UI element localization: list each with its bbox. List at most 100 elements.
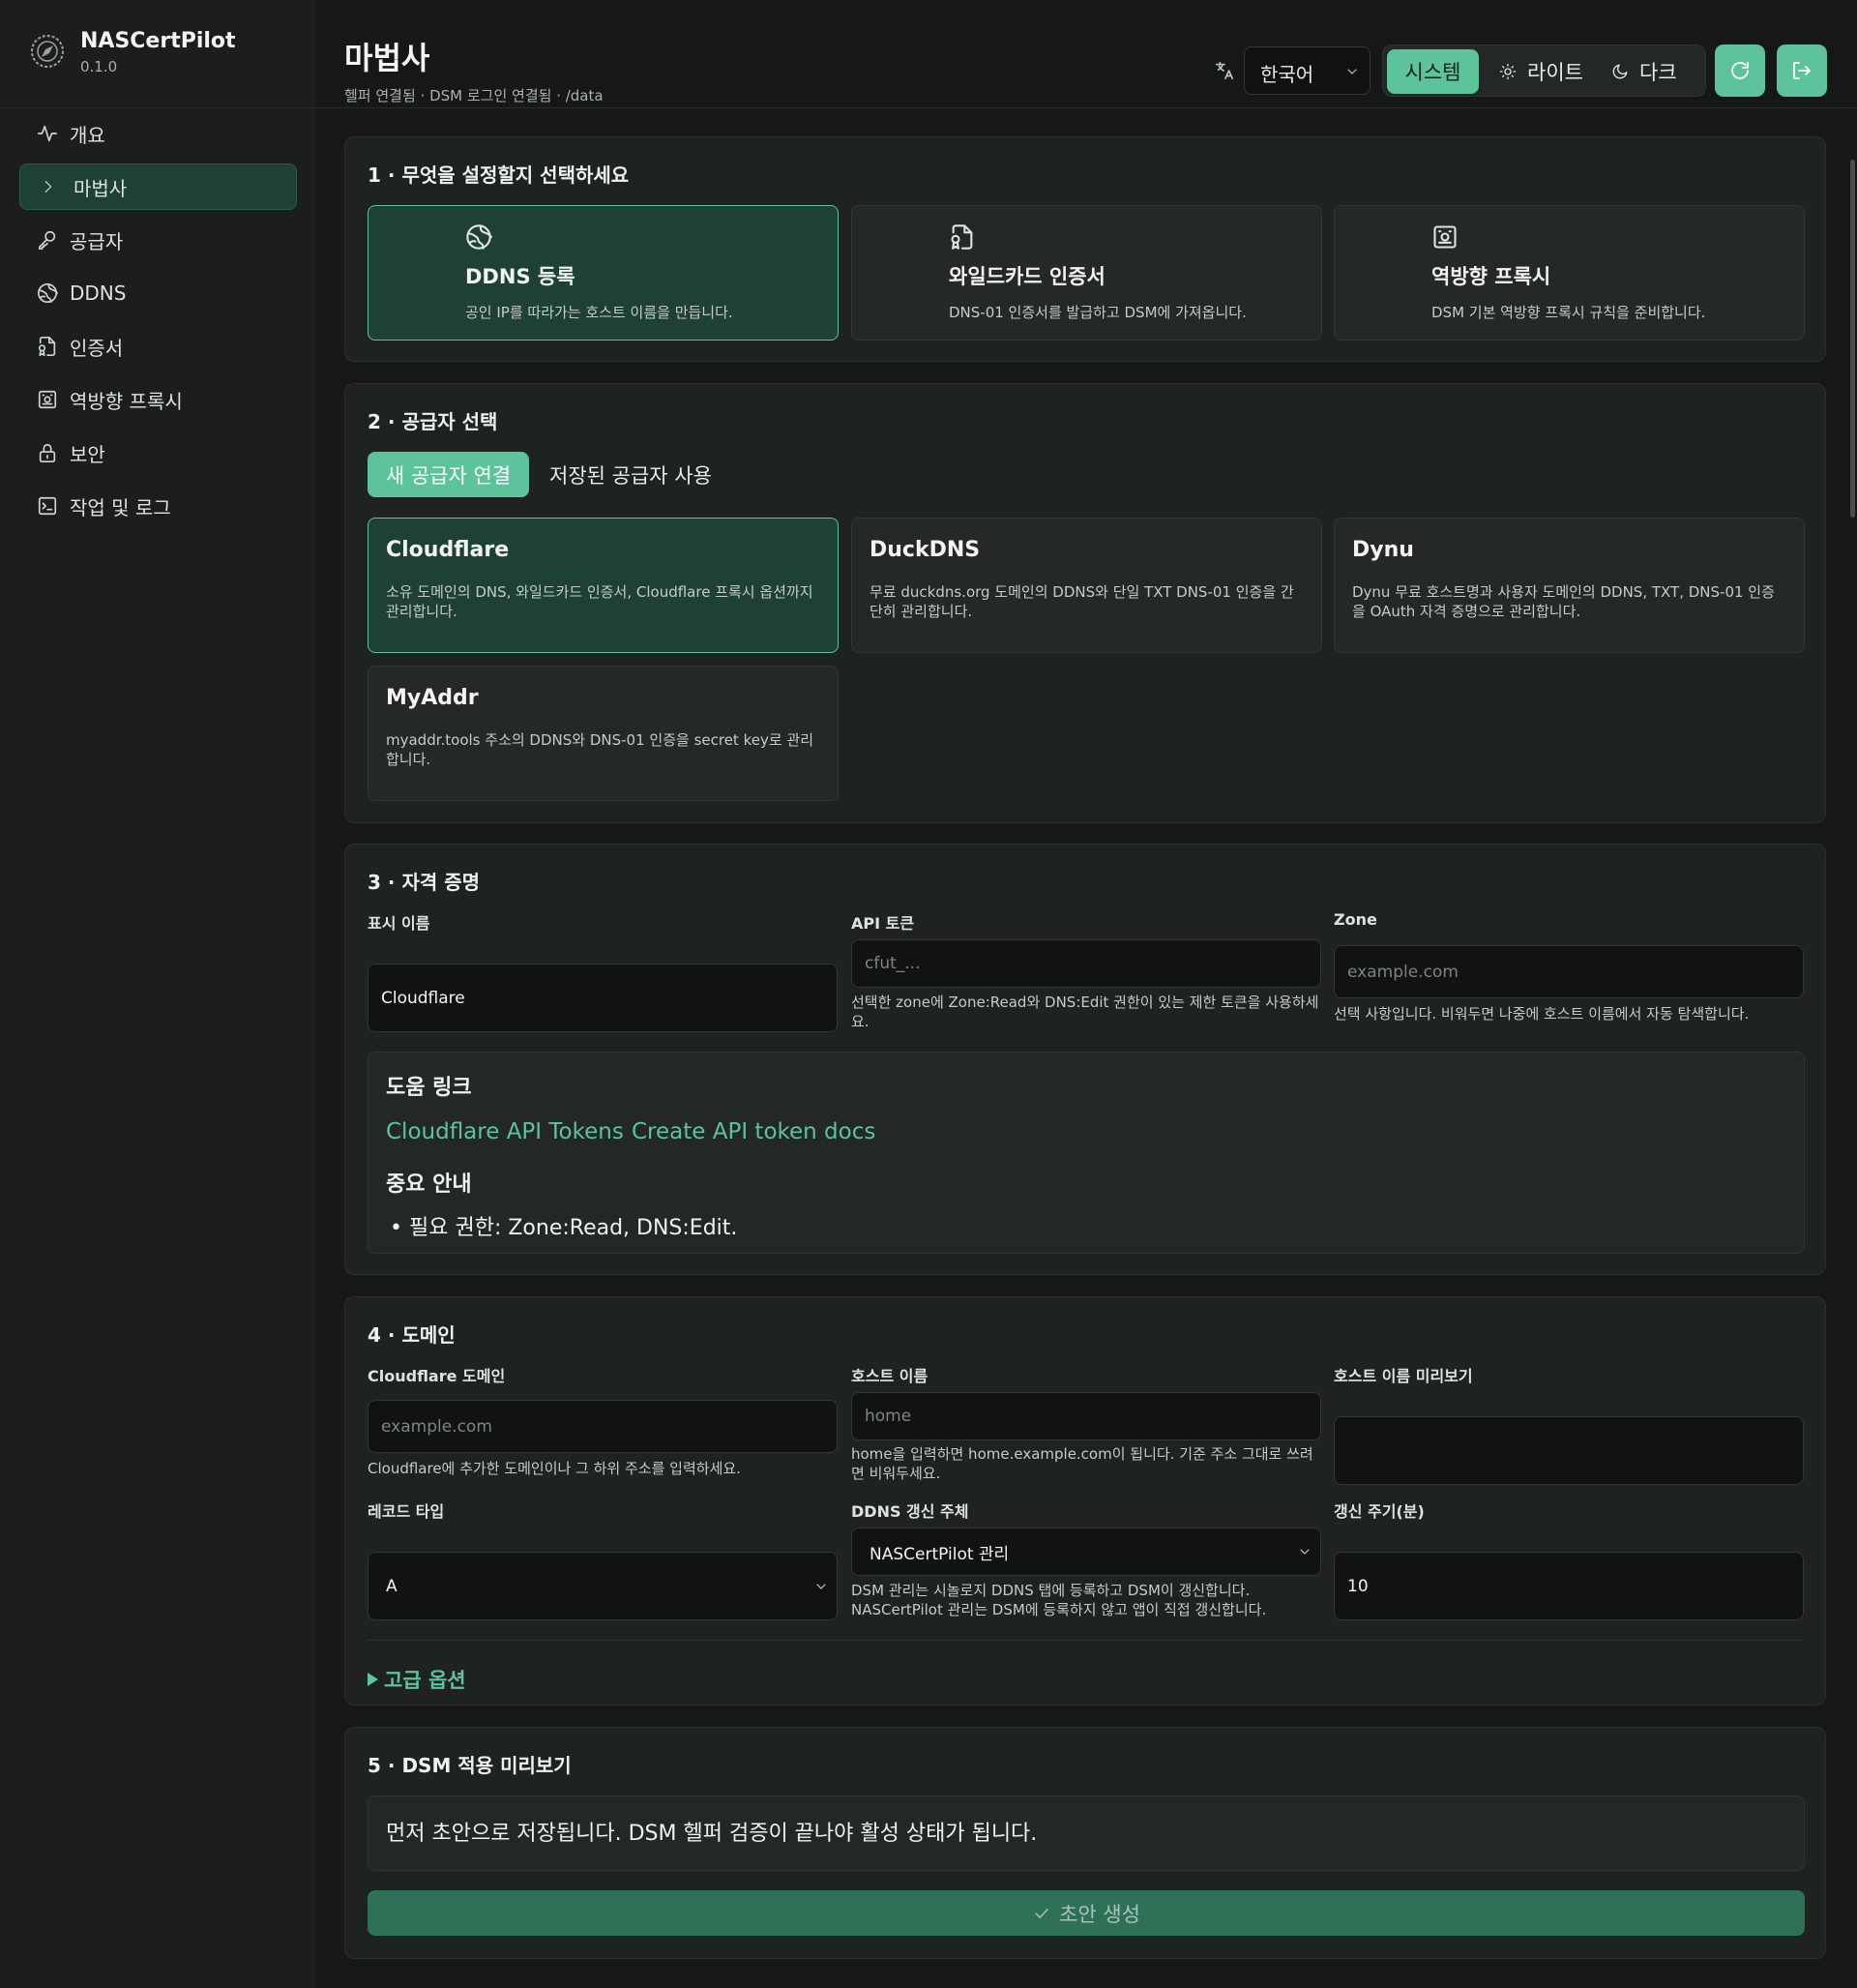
step4-title: 4 · 도메인 xyxy=(368,1323,456,1347)
moon-icon xyxy=(1611,63,1629,80)
lock-icon xyxy=(37,442,58,463)
card-title: 와일드카드 인증서 xyxy=(949,265,1105,288)
dsm-preview-box: 먼저 초안으로 저장됩니다. DSM 헬퍼 검증이 끝나야 활성 상태가 됩니다… xyxy=(368,1795,1805,1871)
sidebar-item-label: 역방향 프록시 xyxy=(70,389,183,413)
provider-card-duckdns[interactable]: DuckDNS 무료 duckdns.org 도메인의 DDNS와 단일 TXT… xyxy=(851,518,1322,653)
hostname-help: home을 입력하면 home.example.com이 됩니다. 기준 주소 … xyxy=(851,1445,1313,1482)
provider-name: Dynu xyxy=(1352,538,1414,562)
provider-name: DuckDNS xyxy=(870,538,981,562)
domain-input[interactable]: example.com xyxy=(368,1400,838,1453)
cloudflare-api-tokens-link[interactable]: Cloudflare API Tokens xyxy=(386,1119,624,1144)
page-title: 마법사 xyxy=(344,40,430,76)
theme-system-button[interactable]: 시스템 xyxy=(1387,49,1479,94)
logout-button[interactable] xyxy=(1777,45,1827,97)
refresh-icon xyxy=(1728,59,1752,82)
hostname-preview-label: 호스트 이름 미리보기 xyxy=(1334,1367,1473,1385)
sidebar-item-certificates[interactable]: 인증서 xyxy=(19,323,297,370)
provider-card-cloudflare[interactable]: Cloudflare 소유 도메인의 DNS, 와일드카드 인증서, Cloud… xyxy=(368,518,839,653)
provider-name: MyAddr xyxy=(386,686,479,710)
sidebar-item-label: 보안 xyxy=(70,442,105,466)
card-title: 역방향 프록시 xyxy=(1431,265,1551,288)
scrollbar-thumb[interactable] xyxy=(1850,160,1855,518)
card-desc: DNS-01 인증서를 발급하고 DSM에 가져옵니다. xyxy=(949,304,1247,321)
step5-title: 5 · DSM 적용 미리보기 xyxy=(368,1754,572,1777)
file-cert-icon xyxy=(949,223,976,251)
provider-tabs: 새 공급자 연결 저장된 공급자 사용 xyxy=(368,452,851,497)
sidebar-item-providers[interactable]: 공급자 xyxy=(19,217,297,263)
sidebar-item-label: DDNS xyxy=(70,282,127,305)
sidebar-item-overview[interactable]: 개요 xyxy=(19,110,297,157)
sidebar: NASCertPilot 0.1.0 개요 마법사 공급자 DDNS 인증서 역… xyxy=(0,0,316,1988)
translate-icon xyxy=(1214,60,1235,81)
provider-card-dynu[interactable]: Dynu Dynu 무료 호스트명과 사용자 도메인의 DDNS, TXT, D… xyxy=(1334,518,1805,653)
step1-title: 1 · 무엇을 설정할지 선택하세요 xyxy=(368,163,630,187)
refresh-button[interactable] xyxy=(1715,45,1765,97)
file-cert-icon xyxy=(37,336,58,357)
step1-section: 1 · 무엇을 설정할지 선택하세요 DDNS 등록 공인 IP를 따라가는 호… xyxy=(344,136,1826,362)
purpose-card-wildcard-cert[interactable]: 와일드카드 인증서 DNS-01 인증서를 발급하고 DSM에 가져옵니다. xyxy=(851,205,1322,341)
notice-text: 필요 권한: Zone:Read, DNS:Edit. xyxy=(408,1216,738,1240)
step2-title: 2 · 공급자 선택 xyxy=(368,410,498,433)
provider-card-myaddr[interactable]: MyAddr myaddr.tools 주소의 DDNS와 DNS-01 인증을… xyxy=(368,666,839,801)
ddns-owner-select[interactable]: NASCertPilot 관리 xyxy=(851,1528,1321,1576)
sidebar-item-wizard[interactable]: 마법사 xyxy=(19,163,297,210)
create-draft-button[interactable]: 초안 생성 xyxy=(368,1890,1805,1936)
record-type-select[interactable]: A xyxy=(368,1552,838,1620)
record-type-value: A xyxy=(386,1576,398,1596)
chevron-down-icon xyxy=(1344,64,1360,79)
sun-icon xyxy=(1499,63,1517,80)
brand: NASCertPilot 0.1.0 xyxy=(29,29,300,79)
globe-icon xyxy=(465,223,492,251)
api-token-help: 선택한 zone에 Zone:Read와 DNS:Edit 권한이 있는 제한 … xyxy=(851,994,1319,1030)
chevron-right-icon xyxy=(41,179,56,194)
header-tools: 한국어 시스템 라이트 다크 xyxy=(1214,45,1828,97)
ddns-owner-help: DSM 관리는 시놀로지 DDNS 탭에 등록하고 DSM이 갱신합니다. NA… xyxy=(851,1582,1267,1618)
step2-section: 2 · 공급자 선택 새 공급자 연결 저장된 공급자 사용 Cloudflar… xyxy=(344,383,1826,823)
theme-system-label: 시스템 xyxy=(1404,61,1461,84)
theme-light-label: 라이트 xyxy=(1527,61,1583,84)
purpose-card-reverse-proxy[interactable]: 역방향 프록시 DSM 기본 역방향 프록시 규칙을 준비합니다. xyxy=(1334,205,1805,341)
app-version: 0.1.0 xyxy=(80,58,118,75)
scrollbar[interactable] xyxy=(1847,107,1857,1988)
check-icon xyxy=(1032,1904,1051,1923)
help-links-title: 도움 링크 xyxy=(386,1076,472,1100)
proxy-icon xyxy=(37,389,58,410)
logout-icon xyxy=(1790,59,1813,82)
api-token-label: API 토큰 xyxy=(851,914,915,933)
provider-desc: 무료 duckdns.org 도메인의 DDNS와 단일 TXT DNS-01 … xyxy=(870,583,1294,620)
record-type-label: 레코드 타입 xyxy=(368,1502,445,1521)
step3-section: 3 · 자격 증명 표시 이름 Cloudflare API 토큰 cfut_.… xyxy=(344,844,1826,1275)
language-select[interactable]: 한국어 xyxy=(1244,46,1371,95)
theme-light-button[interactable]: 라이트 xyxy=(1491,49,1598,94)
notice-item: • 필요 권한: Zone:Read, DNS:Edit. xyxy=(390,1216,738,1240)
sidebar-item-ddns[interactable]: DDNS xyxy=(19,270,297,316)
sidebar-item-security[interactable]: 보안 xyxy=(19,430,297,476)
hostname-input[interactable]: home xyxy=(851,1392,1321,1440)
provider-desc: Dynu 무료 호스트명과 사용자 도메인의 DDNS, TXT, DNS-01… xyxy=(1352,583,1775,620)
hostname-preview-field xyxy=(1334,1416,1804,1485)
connection-status: 헬퍼 연결됨 · DSM 로그인 연결됨 · /data xyxy=(344,87,604,104)
key-icon xyxy=(37,229,58,251)
help-links-box: 도움 링크 Cloudflare API Tokens Create API t… xyxy=(368,1052,1805,1254)
notice-title: 중요 안내 xyxy=(386,1172,472,1197)
theme-dark-button[interactable]: 다크 xyxy=(1604,49,1700,94)
tab-saved-provider[interactable]: 저장된 공급자 사용 xyxy=(534,452,727,497)
compass-logo-icon xyxy=(29,33,66,70)
domain-label: Cloudflare 도메인 xyxy=(368,1367,506,1385)
step4-section: 4 · 도메인 Cloudflare 도메인 example.com Cloud… xyxy=(344,1296,1826,1706)
triangle-right-icon xyxy=(368,1673,378,1686)
sidebar-nav: 개요 마법사 공급자 DDNS 인증서 역방향 프록시 보안 작업 및 로그 xyxy=(19,110,297,536)
sidebar-item-jobs-logs[interactable]: 작업 및 로그 xyxy=(19,483,297,529)
interval-input[interactable]: 10 xyxy=(1334,1552,1804,1620)
zone-input[interactable]: example.com xyxy=(1334,945,1804,998)
api-token-input[interactable]: cfut_... xyxy=(851,939,1321,988)
advanced-options-label: 고급 옵션 xyxy=(384,1669,466,1692)
tab-new-provider[interactable]: 새 공급자 연결 xyxy=(368,452,529,497)
purpose-card-ddns[interactable]: DDNS 등록 공인 IP를 따라가는 호스트 이름을 만듭니다. xyxy=(368,205,839,341)
sidebar-item-reverse-proxy[interactable]: 역방향 프록시 xyxy=(19,376,297,423)
display-name-input[interactable]: Cloudflare xyxy=(368,964,838,1032)
advanced-options-toggle[interactable]: 고급 옵션 xyxy=(368,1665,466,1694)
provider-desc: 소유 도메인의 DNS, 와일드카드 인증서, Cloudflare 프록시 옵… xyxy=(386,583,813,620)
create-api-token-docs-link[interactable]: Create API token docs xyxy=(632,1119,875,1144)
create-draft-label: 초안 생성 xyxy=(1059,1902,1140,1926)
